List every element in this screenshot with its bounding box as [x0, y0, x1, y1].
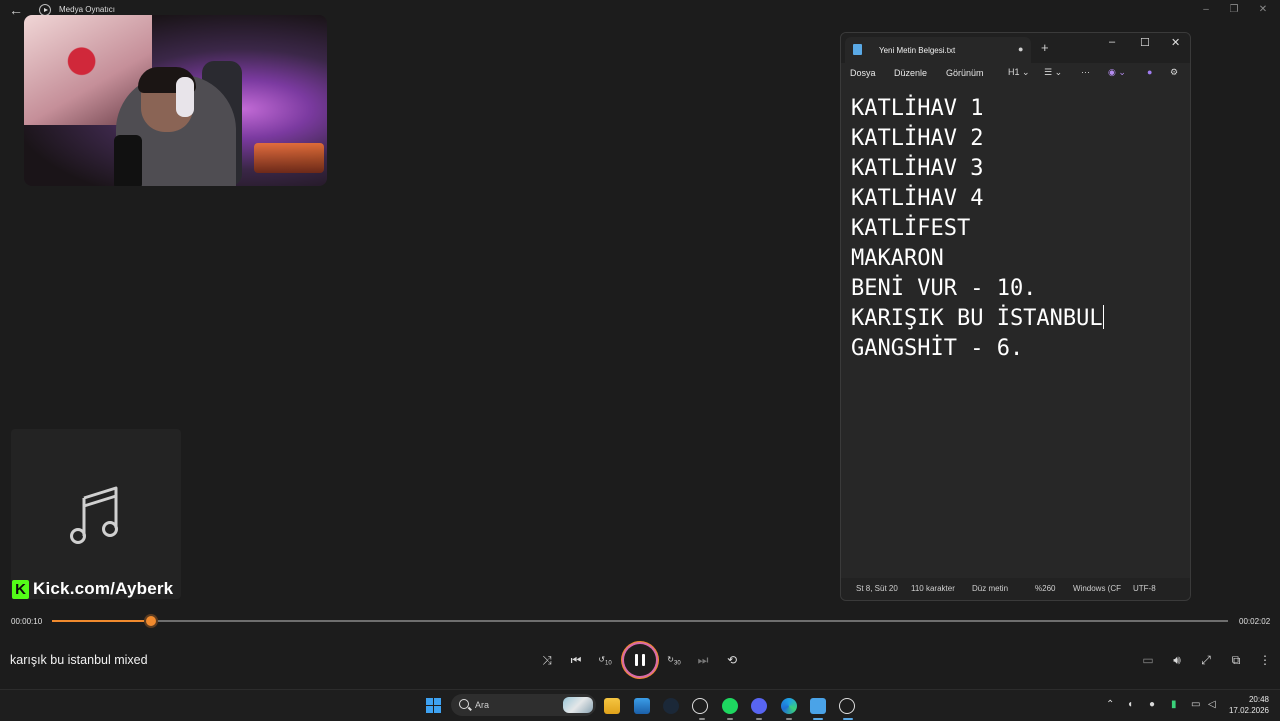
rewind-seconds: 10 — [605, 660, 612, 667]
close-icon[interactable]: ✕ — [1256, 4, 1270, 15]
media-player-icon[interactable] — [839, 698, 855, 714]
new-tab-icon[interactable]: + — [1041, 41, 1049, 54]
tray-overflow-icon[interactable]: ⌃ — [1106, 699, 1114, 710]
cursor-position: St 8, Süt 20 — [856, 584, 898, 593]
music-note-icon — [70, 486, 118, 544]
kick-watermark: K Kick.com/Ayberk — [12, 578, 173, 600]
minimize-icon[interactable]: – — [1199, 4, 1213, 15]
clock-date: 17.02.2026 — [1228, 706, 1269, 715]
kick-channel-text: Kick.com/Ayberk — [33, 579, 174, 598]
text-line-with-caret: KARIŞIK BU İSTANBUL — [851, 304, 1180, 334]
notepad-statusbar: St 8, Süt 20 110 karakter Düz metin %260… — [841, 578, 1190, 600]
notepad-file-icon — [853, 44, 862, 55]
photos-icon[interactable] — [634, 698, 650, 714]
heading-label: H1 — [1008, 67, 1020, 77]
text-editor[interactable]: KATLİHAV 1 KATLİHAV 2 KATLİHAV 3 KATLİHA… — [851, 94, 1180, 364]
account-icon[interactable]: ● — [1147, 67, 1152, 77]
miniplayer-icon[interactable]: ▭ — [1140, 652, 1156, 668]
file-explorer-icon[interactable] — [604, 698, 620, 714]
seek-bar[interactable] — [52, 616, 1228, 626]
headset — [176, 77, 194, 117]
text-line: MAKARON — [851, 246, 944, 271]
settings-gear-icon[interactable]: ⚙ — [1170, 67, 1178, 78]
text-line: BENİ VUR - 10. — [851, 276, 1037, 301]
search-highlight-image — [563, 697, 593, 713]
copilot-icon[interactable]: ◉ ⌄ — [1108, 67, 1126, 78]
notepad-tabbar: Yeni Metin Belgesi.txt ● + – ☐ ✕ — [841, 33, 1190, 63]
text-line: KATLİHAV 4 — [851, 186, 984, 211]
notepad-minimize-icon[interactable]: – — [1109, 36, 1115, 48]
notepad-menubar: Dosya Düzenle Görünüm H1 ⌄ ☰ ⌄ ··· ◉ ⌄ ●… — [841, 63, 1190, 87]
unsaved-dot-icon[interactable]: ● — [1018, 44, 1023, 54]
shuffle-icon[interactable]: ⤨ — [539, 652, 555, 668]
list-dropdown-icon[interactable]: ☰ ⌄ — [1044, 67, 1062, 78]
text-format: Düz metin — [972, 584, 1009, 593]
rewind-10-icon[interactable]: ↺10 — [597, 652, 613, 668]
cast-icon[interactable]: ⧉ — [1228, 652, 1244, 668]
network-icon[interactable]: ▭ — [1191, 699, 1200, 710]
taskbar: Ara ⌃ ◖ ● ▮ ▭ ◁ 20:48 17.02.2026 — [0, 689, 1280, 721]
kick-logo-icon: K — [12, 579, 29, 599]
light-shelf — [254, 143, 324, 173]
fullscreen-icon[interactable]: ⤢ — [1198, 652, 1214, 668]
line-ending: Windows (CF — [1073, 584, 1122, 593]
tab-title: Yeni Metin Belgesi.txt — [879, 46, 956, 55]
system-clock[interactable]: 20:48 17.02.2026 — [1229, 694, 1269, 716]
menu-edit[interactable]: Düzenle — [894, 68, 927, 78]
notepad-icon[interactable] — [810, 698, 826, 714]
text-line: KATLİHAV 2 — [851, 126, 984, 151]
seek-thumb[interactable] — [145, 616, 156, 626]
menu-view[interactable]: Görünüm — [946, 68, 984, 78]
time-total: 00:02:02 — [1239, 617, 1271, 626]
clock-time: 20:48 — [1248, 695, 1269, 704]
window-title: Medya Oynatıcı — [59, 5, 116, 14]
edge-icon[interactable] — [781, 698, 797, 714]
text-caret — [1102, 305, 1104, 329]
restore-icon[interactable]: ❐ — [1227, 4, 1241, 15]
notepad-close-icon[interactable]: ✕ — [1171, 36, 1180, 49]
encoding: UTF-8 — [1133, 584, 1156, 593]
text-line: KATLİFEST — [851, 216, 971, 241]
search-icon — [459, 699, 469, 709]
pause-button[interactable] — [624, 644, 656, 676]
more-icon[interactable]: ⋮ — [1257, 652, 1273, 668]
steam-icon[interactable] — [663, 698, 679, 714]
time-elapsed: 00:00:10 — [11, 617, 43, 626]
speaker-icon[interactable]: ◁ — [1208, 699, 1216, 710]
zoom-level: %260 — [1035, 584, 1056, 593]
pause-icon — [642, 654, 645, 666]
forward-30-icon[interactable]: ↻30 — [666, 652, 682, 668]
notepad-maximize-icon[interactable]: ☐ — [1140, 36, 1150, 49]
text-line: KARIŞIK BU İSTANBUL — [851, 306, 1103, 331]
taskbar-search[interactable]: Ara — [451, 694, 596, 716]
track-title: karışık bu istanbul mixed — [10, 653, 148, 667]
windows-start-icon[interactable] — [426, 698, 441, 713]
tray-discord-icon[interactable]: ● — [1149, 699, 1155, 710]
text-line: KATLİHAV 1 — [851, 96, 984, 121]
text-line: GANGSHİT - 6. — [851, 336, 1024, 361]
pause-icon — [635, 654, 638, 666]
text-line: KATLİHAV 3 — [851, 156, 984, 181]
notepad-window: Yeni Metin Belgesi.txt ● + – ☐ ✕ Dosya D… — [840, 32, 1191, 601]
forward-seconds: 30 — [674, 660, 681, 667]
spotify-icon[interactable] — [722, 698, 738, 714]
microphone — [114, 135, 142, 186]
discord-icon[interactable] — [751, 698, 767, 714]
menu-file[interactable]: Dosya — [850, 68, 876, 78]
previous-icon[interactable]: ⏮ — [568, 652, 584, 668]
more-options-icon[interactable]: ··· — [1081, 67, 1090, 77]
tray-audio-icon[interactable]: ◖ — [1127, 699, 1133, 710]
next-icon[interactable]: ⏭ — [695, 652, 711, 668]
repeat-off-icon[interactable]: ⟲ — [724, 652, 740, 668]
webcam-overlay — [24, 15, 327, 186]
seek-progress — [52, 620, 151, 622]
back-arrow-icon[interactable]: ← — [9, 3, 23, 17]
heading-dropdown[interactable]: H1 ⌄ — [1008, 67, 1030, 78]
volume-icon[interactable]: 🔊︎ — [1169, 652, 1185, 668]
microphone-icon[interactable]: ▮ — [1171, 699, 1177, 710]
chatgpt-icon[interactable] — [692, 698, 708, 714]
search-placeholder: Ara — [475, 700, 490, 710]
character-count: 110 karakter — [911, 584, 955, 593]
notepad-tab[interactable]: Yeni Metin Belgesi.txt ● — [845, 37, 1031, 63]
